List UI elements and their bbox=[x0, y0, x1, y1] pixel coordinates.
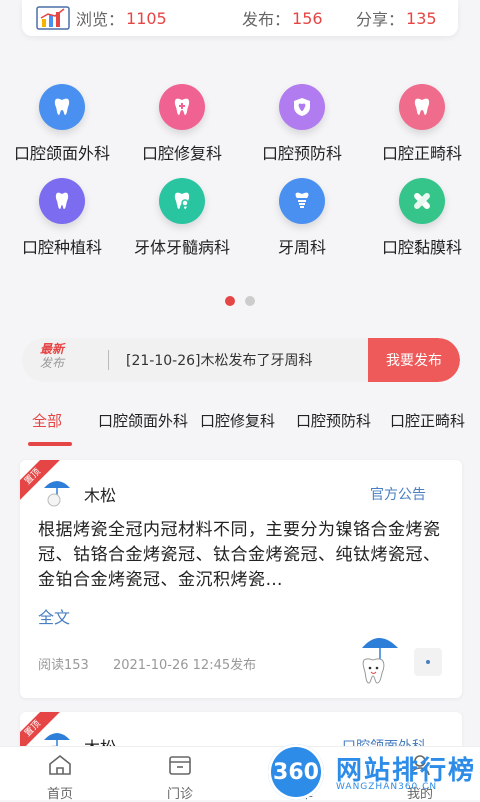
views-value: 1105 bbox=[126, 8, 167, 28]
posts-stat: 发布： 156 bbox=[242, 6, 323, 30]
latest-news-bar: 最新 发布 [21-10-26]木松发布了牙周科 我要发布 bbox=[22, 338, 460, 382]
read-count: 阅读153 bbox=[38, 658, 89, 673]
latest-news-text[interactable]: [21-10-26]木松发布了牙周科 bbox=[126, 350, 312, 370]
category-label: 口腔黏膜科 bbox=[381, 238, 462, 257]
read-full-link[interactable]: 全文 bbox=[38, 604, 70, 628]
tooth-icon bbox=[39, 84, 85, 130]
post-meta: 阅读153 2021-10-26 12:45发布 bbox=[38, 654, 256, 673]
site-watermark: 360 网站排行榜 WANGZHAN360.CN bbox=[268, 744, 478, 800]
post-more-menu[interactable] bbox=[414, 648, 442, 676]
tooth-shield-icon bbox=[279, 84, 325, 130]
pager-dot[interactable] bbox=[245, 296, 255, 306]
tooth-mascot-icon bbox=[362, 638, 398, 684]
latest-tag-bottom: 发布 bbox=[40, 356, 65, 370]
category-label: 口腔修复科 bbox=[141, 144, 222, 163]
active-tab-indicator bbox=[28, 442, 72, 446]
watermark-badge: 360 bbox=[268, 744, 324, 800]
bandage-icon bbox=[399, 178, 445, 224]
posts-value: 156 bbox=[292, 8, 323, 28]
stats-card: 浏览： 1105 发布： 156 分享： 135 bbox=[22, 0, 458, 36]
tooth-search-icon bbox=[159, 178, 205, 224]
nav-label: 门诊 bbox=[166, 787, 193, 802]
avatar bbox=[44, 481, 70, 507]
category-tabs: 全部 口腔颌面外科 口腔修复科 口腔预防科 口腔正畸科 bbox=[0, 400, 480, 446]
post-time: 2021-10-26 12:45发布 bbox=[112, 658, 257, 673]
category-periodontics[interactable]: 牙周科 bbox=[242, 178, 362, 258]
tab-orthodontics[interactable]: 口腔正畸科 bbox=[390, 410, 465, 431]
tab-all[interactable]: 全部 bbox=[32, 410, 62, 431]
tab-prosthodontics[interactable]: 口腔修复科 bbox=[200, 410, 275, 431]
views-stat: 浏览： 1105 bbox=[76, 6, 167, 30]
category-implant[interactable]: 口腔种植科 bbox=[2, 178, 122, 258]
nav-home[interactable]: 首页 bbox=[20, 753, 100, 802]
post-author[interactable]: 木松 bbox=[84, 482, 116, 506]
home-icon bbox=[49, 754, 71, 775]
category-oral-mucosa[interactable]: 口腔黏膜科 bbox=[362, 178, 480, 258]
views-label: 浏览： bbox=[76, 10, 125, 29]
tooth-repair-icon bbox=[159, 84, 205, 130]
tooth-brace-icon bbox=[399, 84, 445, 130]
shares-value: 135 bbox=[406, 8, 437, 28]
category-preventive[interactable]: 口腔预防科 bbox=[242, 84, 362, 164]
category-label: 口腔颌面外科 bbox=[13, 144, 110, 163]
post-category[interactable]: 官方公告 bbox=[370, 484, 426, 504]
carousel-pager bbox=[0, 296, 480, 306]
post-content[interactable]: 根据烤瓷全冠内冠材料不同，主要分为镍铬合金烤瓷冠、钴铬合金烤瓷冠、钛合金烤瓷冠、… bbox=[38, 518, 448, 593]
category-endodontics[interactable]: 牙体牙髓病科 bbox=[122, 178, 242, 258]
category-label: 口腔种植科 bbox=[21, 238, 102, 257]
post-card[interactable]: 置顶 木松 官方公告 根据烤瓷全冠内冠材料不同，主要分为镍铬合金烤瓷冠、钴铬合金… bbox=[20, 460, 462, 698]
bar-chart-icon bbox=[36, 6, 70, 30]
category-orthodontics[interactable]: 口腔正畸科 bbox=[362, 84, 480, 164]
shares-label: 分享： bbox=[356, 10, 405, 29]
publish-button[interactable]: 我要发布 bbox=[368, 338, 460, 382]
pager-dot[interactable] bbox=[225, 296, 235, 306]
posts-label: 发布： bbox=[242, 10, 291, 29]
tab-preventive[interactable]: 口腔预防科 bbox=[296, 410, 371, 431]
category-prosthodontics[interactable]: 口腔修复科 bbox=[122, 84, 242, 164]
nav-label: 首页 bbox=[46, 787, 73, 802]
latest-tag-top: 最新 bbox=[40, 342, 65, 356]
tooth-root-icon bbox=[279, 178, 325, 224]
category-label: 牙周科 bbox=[277, 238, 326, 257]
nav-clinic[interactable]: 门诊 bbox=[140, 753, 220, 802]
category-label: 牙体牙髓病科 bbox=[133, 238, 230, 257]
divider bbox=[108, 350, 109, 370]
latest-tag: 最新 发布 bbox=[40, 342, 64, 370]
tab-oral-maxillofacial[interactable]: 口腔颌面外科 bbox=[98, 410, 188, 431]
watermark-subtitle: WANGZHAN360.CN bbox=[336, 782, 438, 792]
clinic-icon bbox=[169, 756, 191, 775]
shares-stat: 分享： 135 bbox=[356, 6, 437, 30]
category-label: 口腔正畸科 bbox=[381, 144, 462, 163]
category-label: 口腔预防科 bbox=[261, 144, 342, 163]
tooth-implant-icon bbox=[39, 178, 85, 224]
dot-icon bbox=[426, 660, 430, 664]
category-oral-maxillofacial[interactable]: 口腔颌面外科 bbox=[2, 84, 122, 164]
